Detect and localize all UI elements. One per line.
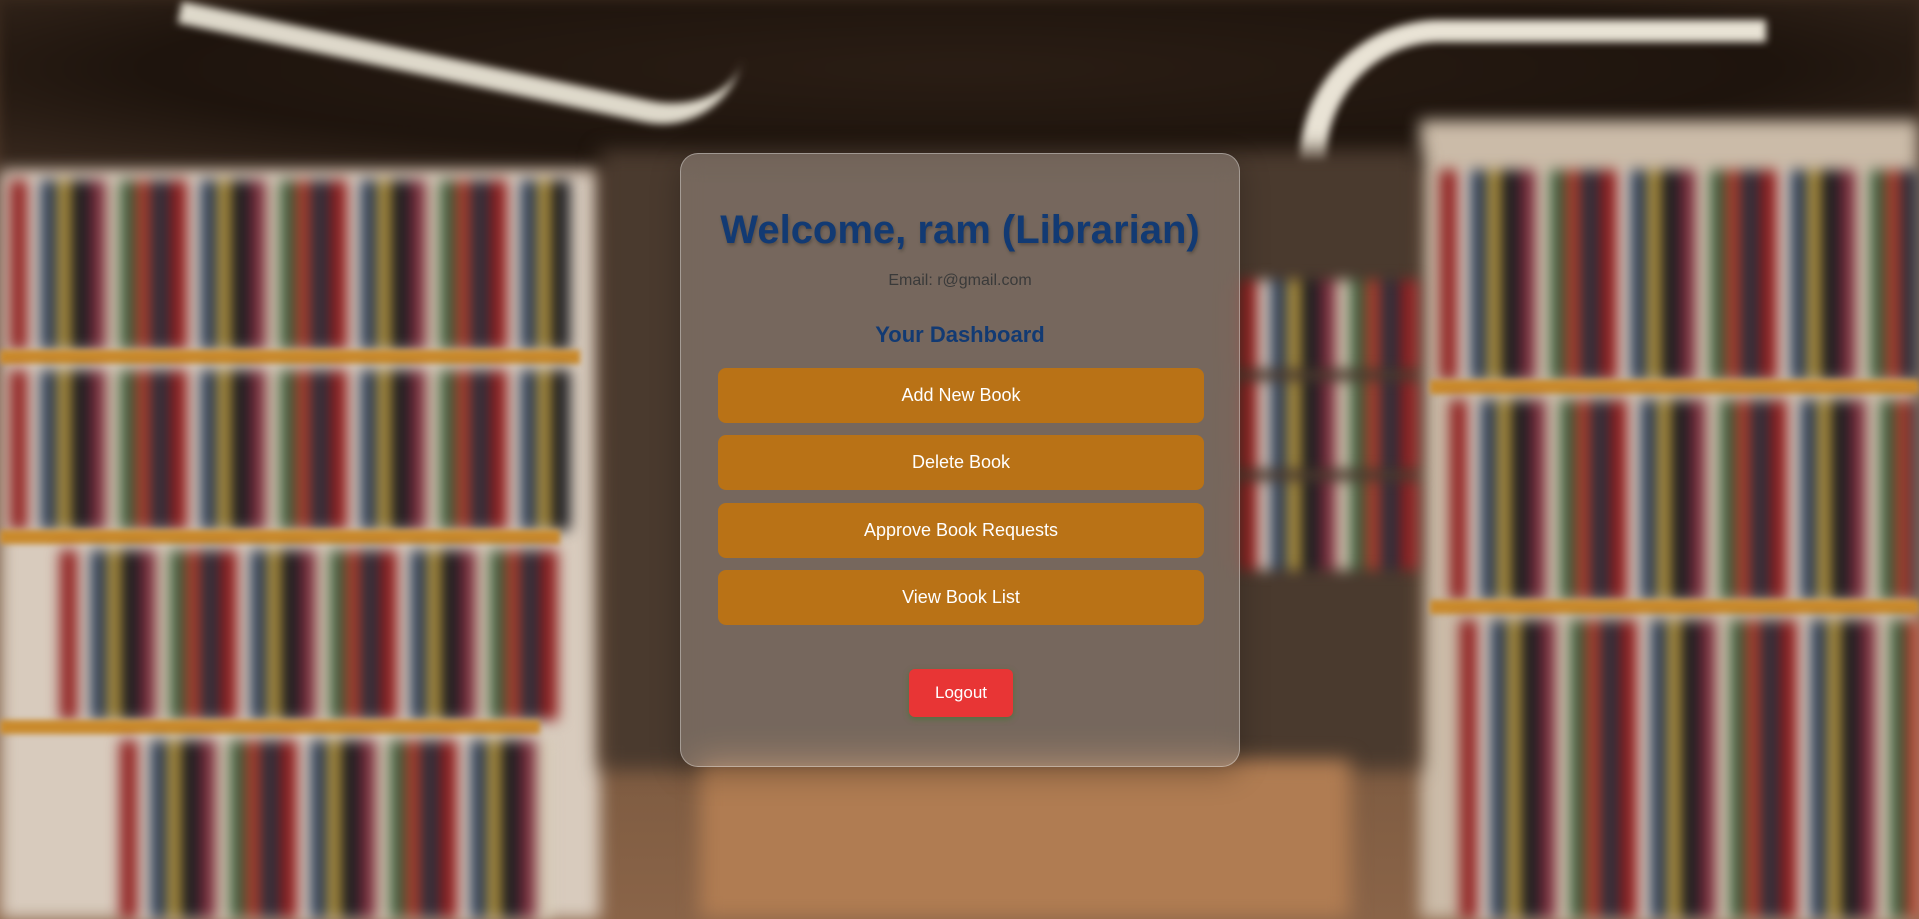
shelf-right bbox=[1430, 380, 1919, 394]
shelf-right bbox=[1430, 600, 1919, 614]
bookshelf-right-row bbox=[1440, 170, 1919, 380]
dashboard-heading: Your Dashboard bbox=[875, 322, 1045, 347]
shelf-left bbox=[0, 720, 540, 734]
approve-book-requests-button[interactable]: Approve Book Requests bbox=[718, 503, 1204, 558]
bookshelf-left-row bbox=[10, 180, 570, 350]
delete-book-button[interactable]: Delete Book bbox=[718, 435, 1204, 490]
user-email: Email: r@gmail.com bbox=[888, 272, 1032, 289]
dashboard-card: Welcome, ram (Librarian) Email: r@gmail.… bbox=[680, 153, 1240, 767]
bookshelf-middle-row bbox=[1240, 380, 1420, 470]
bookshelf-middle-row bbox=[1240, 480, 1420, 570]
bookshelf-middle-row bbox=[1240, 280, 1420, 370]
bookshelf-left-row bbox=[10, 370, 570, 530]
bookshelf-left-row bbox=[120, 740, 550, 919]
bookshelf-left-row bbox=[60, 550, 560, 720]
view-book-list-button[interactable]: View Book List bbox=[718, 570, 1204, 625]
bookshelf-right-row bbox=[1450, 400, 1919, 600]
welcome-title: Welcome, ram (Librarian) bbox=[720, 208, 1200, 252]
shelf-left bbox=[0, 350, 580, 364]
bookshelf-right-row bbox=[1460, 620, 1919, 919]
add-new-book-button[interactable]: Add New Book bbox=[718, 368, 1204, 423]
shelf-left bbox=[0, 530, 560, 544]
floor bbox=[700, 760, 1350, 919]
logout-button[interactable]: Logout bbox=[909, 669, 1013, 717]
